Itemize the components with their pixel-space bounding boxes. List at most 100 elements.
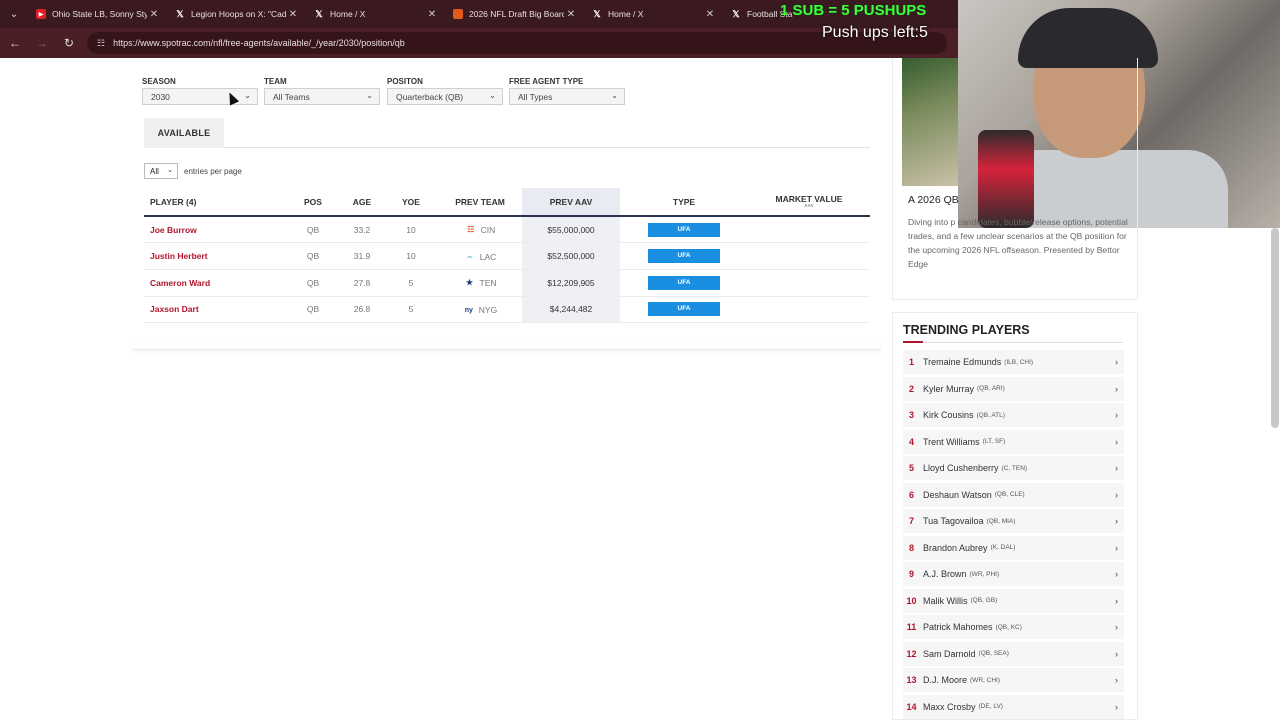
col-prev-team[interactable]: PREV TEAM [438,188,522,217]
chevron-right-icon: › [1115,542,1118,553]
trending-rank: 5 [908,463,914,473]
player-link[interactable]: Cameron Ward [144,269,286,297]
tab-title: 2026 NFL Draft Big Board [469,9,564,19]
scrollbar-thumb[interactable] [1271,228,1279,428]
trending-player-row[interactable]: 10 Malik Willis (QB, GB) › [903,588,1124,613]
titans-logo-icon: ★ [465,278,474,288]
market-value-cell [748,269,870,297]
market-value-cell [748,242,870,270]
trending-rank: 3 [908,410,914,420]
trending-player-meta: (DE, LV) [978,703,1003,710]
close-tab-icon[interactable]: ✕ [286,9,300,20]
trending-rank: 10 [906,595,917,606]
team-cell: ny NYG [438,296,522,324]
team-cell: ★ TEN [438,269,522,297]
col-yoe[interactable]: YOE [384,188,438,217]
forward-arrow-icon[interactable]: → [30,31,54,55]
pushups-counter: Push ups left:5 [822,24,928,41]
trending-player-row[interactable]: 9 A.J. Brown (WR, PHI) › [903,562,1124,586]
back-arrow-icon[interactable]: ← [3,31,27,55]
ufa-badge: UFA [648,222,720,237]
browser-tab[interactable]: 𝕏 Legion Hoops on X: "Cade ✕ [167,0,306,28]
trending-player-name: Lloyd Cushenberry [923,463,999,473]
ufa-badge: UFA [648,302,720,317]
close-tab-icon[interactable]: ✕ [564,9,578,20]
position-value: Quarterback (QB) [396,91,464,102]
trending-player-row[interactable]: 5 Lloyd Cushenberry (C, TEN) › [903,456,1124,480]
chevron-right-icon: › [1115,675,1118,685]
position-select[interactable]: Quarterback (QB) ⌄ [387,88,503,105]
trending-player-row[interactable]: 14 Maxx Crosby (DE, LV) › [903,694,1124,719]
trending-player-name: Sam Darnold [923,648,976,659]
entries-select[interactable]: All ⌄ [144,163,178,179]
divider [903,342,1123,343]
pos-cell: QB [286,242,340,270]
trending-rank: 12 [906,648,917,659]
aav-cell: $52,500,000 [522,242,620,270]
col-player[interactable]: PLAYER (4) [144,188,286,217]
trending-player-meta: (K, DAL) [990,544,1016,551]
title-accent [903,341,923,343]
yoe-cell: 10 [384,216,438,244]
trending-rank: 8 [908,542,914,553]
col-market-value[interactable]: MARKET VALUE AAV [748,188,870,217]
trending-player-row[interactable]: 3 Kirk Cousins (QB, ATL) › [903,403,1124,427]
trending-rank: 13 [906,675,917,685]
trending-rank: 14 [906,701,917,712]
browser-tab[interactable]: 𝕏 Home / X ✕ [584,0,723,28]
entries-value: All [150,166,159,176]
market-value-cell [748,296,870,324]
close-tab-icon[interactable]: ✕ [703,9,717,20]
team-label: TEAM [264,77,287,86]
type-cell: UFA [620,296,748,324]
player-link[interactable]: Justin Herbert [144,242,286,270]
trending-player-meta: (WR, PHI) [969,570,1000,578]
tab-title: Home / X [608,9,644,19]
col-type[interactable]: TYPE [620,188,748,217]
col-prev-aav[interactable]: PREV AAV [522,188,620,217]
team-select[interactable]: All Teams ⌄ [264,88,380,105]
yoe-cell: 10 [384,242,438,270]
trending-player-row[interactable]: 1 Tremaine Edmunds (ILB, CHI) › [903,350,1124,374]
player-link[interactable]: Joe Burrow [144,216,286,244]
trending-player-row[interactable]: 2 Kyler Murray (QB, ARI) › [903,376,1124,401]
tab-list-chevron-icon[interactable]: ⌄ [0,0,28,28]
browser-tab[interactable]: 2026 NFL Draft Big Board ✕ [445,0,584,28]
trending-player-name: Kirk Cousins [923,410,974,420]
season-label: SEASON [142,77,176,86]
col-pos[interactable]: POS [286,188,340,217]
reload-icon[interactable]: ↻ [57,31,81,55]
trending-player-name: A.J. Brown [923,569,967,579]
trending-rank: 7 [908,516,914,526]
trending-player-row[interactable]: 11 Patrick Mahomes (QB, KC) › [903,615,1124,639]
trending-player-row[interactable]: 8 Brandon Aubrey (K, DAL) › [903,535,1124,560]
chevron-right-icon: › [1115,463,1118,473]
season-value: 2030 [151,91,170,102]
article-title[interactable]: A 2026 QB [908,194,959,206]
site-info-icon[interactable]: ☷ [97,38,105,49]
article-body: Diving into p candidates, bubble/release… [908,217,1128,269]
trending-player-row[interactable]: 13 D.J. Moore (WR, CHI) › [903,668,1124,692]
browser-tab[interactable]: 𝕏 Home / X ✕ [306,0,445,28]
entries-control: All ⌄ entries per page [144,163,242,179]
x-icon: 𝕏 [315,8,323,19]
col-age[interactable]: AGE [340,188,384,217]
chevron-right-icon: › [1115,622,1118,632]
trending-player-row[interactable]: 6 Deshaun Watson (QB, CLE) › [903,482,1124,507]
season-select[interactable]: 2030 ⌄ [142,88,258,105]
trending-rank: 2 [908,383,914,394]
close-tab-icon[interactable]: ✕ [147,9,161,20]
player-link[interactable]: Jaxson Dart [144,296,286,324]
chevron-right-icon: › [1115,569,1118,579]
browser-tab[interactable]: ▶ Ohio State LB, Sonny Styles ✕ [28,0,167,28]
trending-player-meta: (QB, MIA) [986,517,1016,525]
url-input[interactable]: ☷ https://www.spotrac.com/nfl/free-agent… [87,32,947,54]
trending-player-row[interactable]: 12 Sam Darnold (QB, SEA) › [903,641,1124,666]
chevron-down-icon: ⌄ [244,91,251,100]
trending-player-row[interactable]: 7 Tua Tagovailoa (QB, MIA) › [903,509,1124,533]
yoe-cell: 5 [384,296,438,324]
trending-player-row[interactable]: 4 Trent Williams (LT, SF) › [903,429,1124,454]
fa-type-select[interactable]: All Types ⌄ [509,88,625,105]
close-tab-icon[interactable]: ✕ [425,9,439,20]
tab-available[interactable]: AVAILABLE [144,118,224,148]
